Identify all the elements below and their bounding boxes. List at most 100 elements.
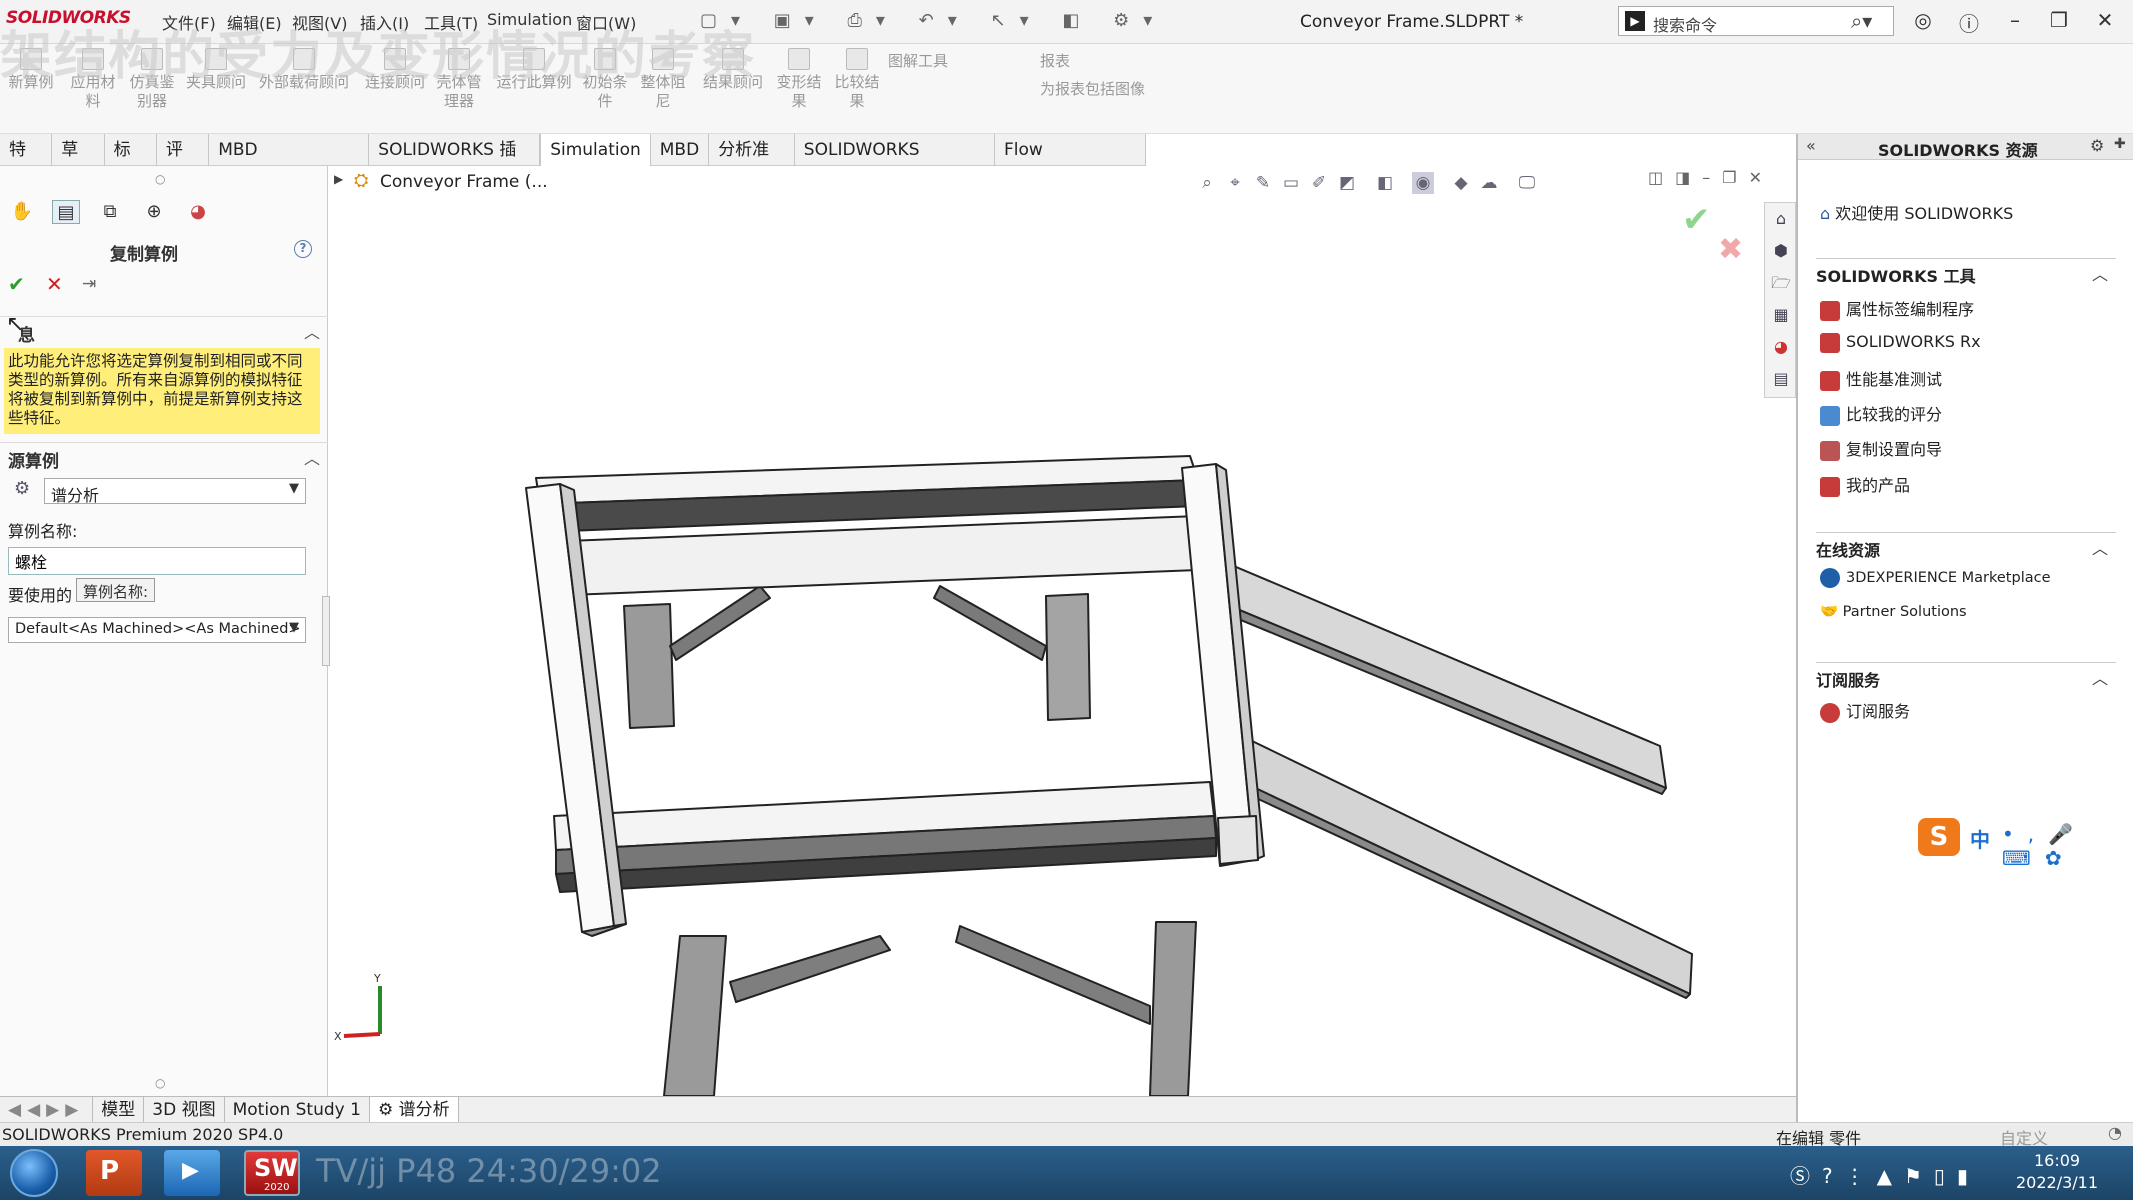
cancel-x-icon[interactable]: ✕	[46, 272, 63, 296]
source-study-section-header[interactable]: 源算例 ︿	[0, 442, 328, 472]
marketplace-link[interactable]: 3DEXPERIENCE Marketplace	[1820, 568, 2051, 588]
compare-score-link[interactable]: 比较我的评分	[1820, 401, 1942, 426]
tab-mbd-dimensions[interactable]: MBD Dimensions	[209, 134, 370, 192]
property-tab-builder-link[interactable]: 属性标签编制程序	[1820, 296, 1974, 321]
panel-resize-handle[interactable]	[322, 596, 330, 666]
media-player-app-icon[interactable]: ▶	[164, 1150, 220, 1196]
view-palette-icon[interactable]: ▦	[1769, 303, 1793, 327]
close-button[interactable]: ✕	[2090, 8, 2120, 32]
report-button[interactable]: 报表	[1040, 50, 1070, 71]
panel-splitter-handle[interactable]: ○	[155, 172, 165, 186]
menu-tools[interactable]: 工具(T)	[424, 10, 478, 34]
powerpoint-app-icon[interactable]: P	[86, 1150, 142, 1196]
menu-view[interactable]: 视图(V)	[292, 10, 347, 34]
tab-flow-simulation[interactable]: Flow Simulation	[995, 134, 1146, 192]
tab-evaluate[interactable]: 评估	[157, 134, 210, 192]
user-icon[interactable]: ◎	[1908, 8, 1938, 32]
subscription-services-link[interactable]: 订阅服务	[1820, 698, 1910, 723]
tab-simulation[interactable]: Simulation	[540, 134, 651, 166]
tab-plastics[interactable]: SOLIDWORKS Plastics	[795, 134, 995, 192]
configuration-select[interactable]: Default<As Machined><As Machined> ▼	[8, 617, 306, 643]
menu-file[interactable]: 文件(F)	[162, 10, 216, 34]
pin-icon[interactable]: ✚	[2114, 136, 2126, 152]
include-image-button[interactable]: 为报表包括图像	[1040, 78, 1145, 99]
collapse-chevron-icon[interactable]: ︿	[304, 319, 320, 343]
online-resources-section-header[interactable]: 在线资源 ︿	[1816, 532, 2116, 560]
start-button[interactable]	[10, 1149, 58, 1197]
tab-motion-study[interactable]: Motion Study 1	[225, 1097, 370, 1123]
system-tray-icons[interactable]: Ⓢ?⋮▲⚑▯▮	[1790, 1160, 1980, 1189]
property-manager-icon[interactable]: ▤	[52, 200, 80, 224]
tab-mbd[interactable]: MBD	[651, 134, 710, 166]
panel-splitter-handle[interactable]: ○	[155, 1076, 165, 1090]
compare-results-button[interactable]: 比较结果	[830, 48, 884, 111]
sogou-logo-icon[interactable]: S	[1918, 818, 1960, 856]
external-loads-button[interactable]: 外部载荷顾问	[256, 48, 352, 92]
feature-tree-icon[interactable]: ✋	[8, 200, 36, 224]
display-manager-icon[interactable]: ◕	[184, 200, 212, 224]
tab-scroll-arrows[interactable]: ◀◀▶▶	[0, 1097, 94, 1123]
solidworks-logo[interactable]: SOLIDWORKS	[6, 8, 131, 28]
tab-3d-views[interactable]: 3D 视图	[144, 1097, 225, 1123]
run-study-button[interactable]: 运行此算例	[494, 48, 574, 92]
collapse-chevron-icon[interactable]: ︿	[2092, 535, 2108, 559]
welcome-link[interactable]: ⌂ 欢迎使用 SOLIDWORKS	[1820, 200, 2013, 224]
partner-solutions-link[interactable]: 🤝 Partner Solutions	[1820, 603, 1967, 620]
quick-access-toolbar[interactable]: ▢▾ ▣▾ ⎙▾ ↶▾ ↖▾ ◧ ⚙▾	[700, 10, 1166, 31]
ime-language[interactable]: 中	[1970, 824, 1990, 853]
solidworks-taskbar-icon[interactable]: SW 2020	[244, 1150, 300, 1196]
collapse-chevron-icon[interactable]: ︿	[304, 445, 320, 469]
my-products-link[interactable]: 我的产品	[1820, 472, 1910, 497]
tab-markup[interactable]: 标注	[105, 134, 157, 192]
collapse-chevron-icon[interactable]: ︿	[2092, 665, 2108, 689]
dimxpert-icon[interactable]: ⊕	[140, 200, 168, 224]
menu-edit[interactable]: 编辑(E)	[227, 10, 282, 34]
shell-manager-button[interactable]: 壳体管理器	[434, 48, 484, 111]
info-section-header[interactable]: 息 ︿	[0, 316, 328, 346]
collapse-chevron-icon[interactable]: ︿	[2092, 261, 2108, 285]
initial-conditions-button[interactable]: 初始条件	[580, 48, 630, 111]
graphics-area[interactable]: ▶ ⛭ Conveyor Frame (... ⌕ ⌖ ✎ ▭ ✐ ◩ ◧ ◉ …	[330, 166, 1796, 1096]
global-damping-button[interactable]: 整体阻尼	[638, 48, 688, 111]
clock[interactable]: 16:09 2022/3/11	[2016, 1150, 2098, 1194]
ime-tools-icons[interactable]: •,🎤⌨✿	[2002, 822, 2133, 870]
help-icon[interactable]: ?	[294, 240, 312, 258]
restore-button[interactable]: ❐	[2044, 8, 2074, 32]
connections-advisor-button[interactable]: 连接顾问	[360, 48, 430, 92]
search-input[interactable]: 搜索命令	[1653, 12, 1717, 36]
menu-window[interactable]: 窗口(W)	[576, 10, 636, 34]
home-icon[interactable]: ⌂	[1769, 207, 1793, 231]
file-explorer-icon[interactable]: 🗁	[1769, 271, 1793, 295]
tooltip-toggle-icon[interactable]: ◔	[2108, 1123, 2122, 1142]
menu-simulation[interactable]: Simulation	[487, 10, 572, 29]
search-commands[interactable]: ▶ 搜索命令 ⌕▾	[1618, 6, 1894, 36]
tab-spectrum-analysis[interactable]: ⚙ 谱分析	[369, 1097, 459, 1123]
menu-insert[interactable]: 插入(I)	[360, 10, 409, 34]
tab-model[interactable]: 模型	[93, 1097, 145, 1123]
fixtures-advisor-button[interactable]: 夹具顾问	[184, 48, 248, 92]
tab-features[interactable]: 特征	[0, 134, 53, 192]
tab-analysis-prep[interactable]: 分析准备	[709, 134, 795, 192]
custom-properties-icon[interactable]: ▤	[1769, 367, 1793, 391]
deformed-result-button[interactable]: 变形结果	[772, 48, 826, 111]
ok-checkmark-icon[interactable]: ✔	[8, 272, 25, 296]
performance-benchmark-link[interactable]: 性能基准测试	[1820, 366, 1942, 391]
study-name-input[interactable]	[8, 547, 306, 575]
solidworks-rx-link[interactable]: SOLIDWORKS Rx	[1820, 332, 1981, 353]
source-study-select[interactable]: 谱分析 ▼	[44, 478, 306, 505]
tab-addins[interactable]: SOLIDWORKS 插件	[369, 134, 541, 192]
conveyor-frame-model[interactable]	[330, 166, 1760, 1096]
copy-settings-wizard-link[interactable]: 复制设置向导	[1820, 436, 1942, 461]
collapse-pane-icon[interactable]: «	[1806, 136, 1816, 155]
appearances-icon[interactable]: ◕	[1769, 335, 1793, 359]
minimize-button[interactable]: –	[2000, 8, 2030, 32]
design-library-icon[interactable]: ⬢	[1769, 239, 1793, 263]
help-icon[interactable]: ⓘ	[1954, 8, 1984, 37]
settings-gear-icon[interactable]: ⚙	[2090, 136, 2104, 155]
sim-evaluator-button[interactable]: 仿真鉴别器	[124, 48, 180, 111]
pin-icon[interactable]: ⇥	[82, 274, 96, 294]
subscription-section-header[interactable]: 订阅服务 ︿	[1816, 662, 2116, 690]
apply-material-button[interactable]: 应用材料	[68, 48, 118, 111]
search-icon[interactable]: ⌕▾	[1851, 9, 1872, 33]
tools-section-header[interactable]: SOLIDWORKS 工具 ︿	[1816, 258, 2116, 286]
